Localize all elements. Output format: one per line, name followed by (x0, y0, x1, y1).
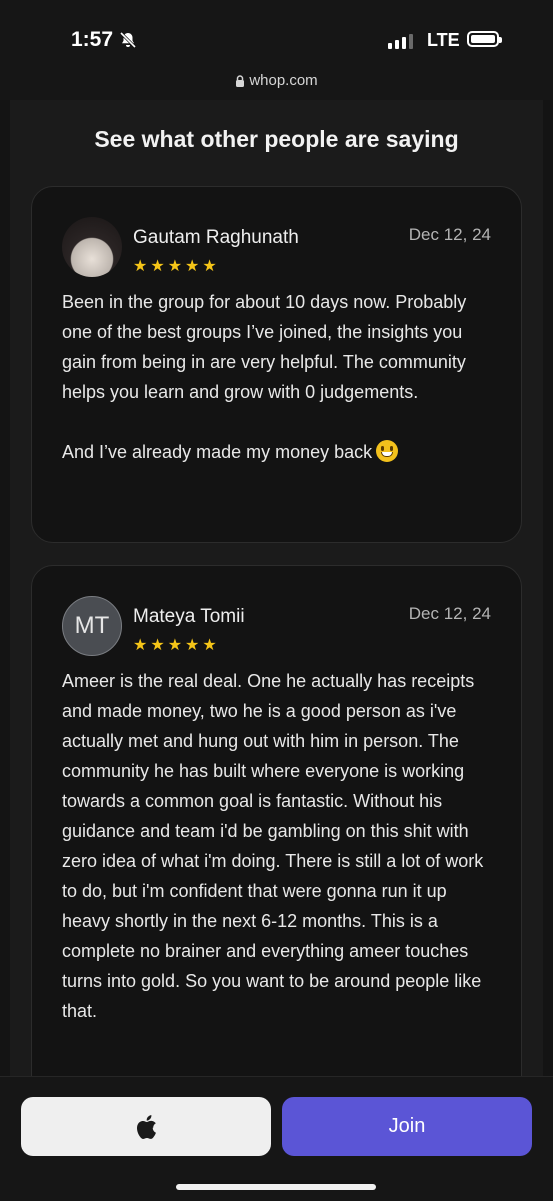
battery-icon (467, 31, 502, 47)
review-card: MT Mateya Tomii ★★★★★ Dec 12, 24 Ameer i… (31, 565, 522, 1125)
star-rating-icon: ★★★★★ (133, 258, 220, 275)
address-bar[interactable]: whop.com (0, 72, 553, 89)
apple-pay-button[interactable] (21, 1097, 271, 1156)
review-text: Been in the group for about 10 days now.… (62, 287, 493, 467)
carrier-label: LTE (427, 30, 460, 50)
grinning-face-emoji-icon (376, 440, 399, 462)
status-bar: 1:57 LTE whop.com (0, 0, 553, 100)
apple-logo-icon (137, 1114, 156, 1139)
star-rating-icon: ★★★★★ (133, 637, 220, 654)
review-card: Gautam Raghunath ★★★★★ Dec 12, 24 Been i… (31, 186, 522, 543)
review-date: Dec 12, 24 (408, 604, 491, 623)
avatar: MT (62, 596, 122, 656)
lock-icon (236, 74, 245, 87)
avatar (62, 217, 122, 277)
home-indicator (176, 1184, 376, 1190)
reviewer-name: Mateya Tomii (133, 606, 245, 627)
reviewer-name: Gautam Raghunath (133, 227, 299, 248)
bell-slash-icon (119, 31, 137, 49)
review-text-content: Been in the group for about 10 days now.… (62, 292, 467, 462)
status-time: 1:57 (71, 28, 137, 52)
review-text: Ameer is the real deal. One he actually … (62, 671, 489, 1021)
avatar-initials: MT (74, 612, 110, 639)
review-date: Dec 12, 24 (408, 225, 491, 244)
join-button[interactable]: Join (282, 1097, 532, 1156)
signal-strength-icon (388, 33, 413, 49)
url-text: whop.com (249, 72, 318, 89)
time-label: 1:57 (71, 28, 114, 51)
section-heading: See what other people are saying (94, 126, 459, 152)
